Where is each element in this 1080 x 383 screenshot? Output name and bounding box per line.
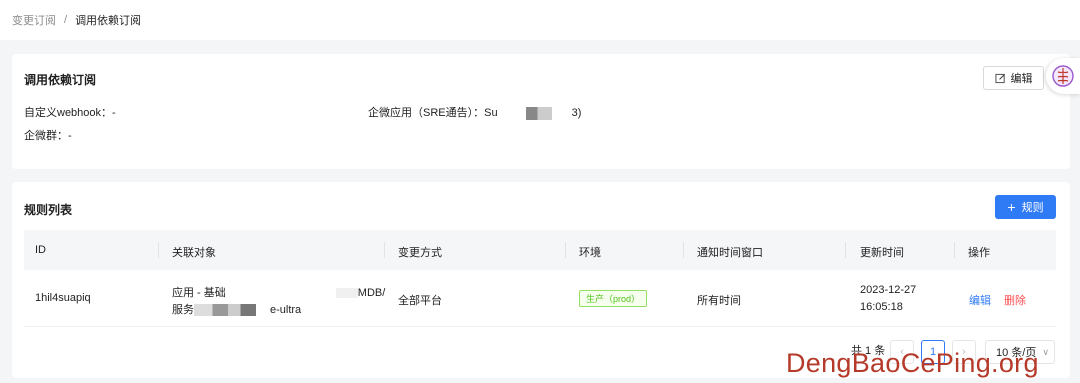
row-delete-link[interactable]: 删除 bbox=[1004, 292, 1026, 308]
row-id: 1hil4suapiq bbox=[35, 292, 91, 304]
object-line2-prefix: 服务 bbox=[172, 304, 194, 316]
ai-assistant-button[interactable] bbox=[1046, 58, 1080, 94]
wechat-app-field: 企微应用（SRE通告）：Su 3) bbox=[368, 104, 581, 120]
column-divider bbox=[565, 242, 566, 258]
col-actions: 操作 bbox=[968, 247, 990, 259]
col-window: 通知时间窗口 bbox=[697, 247, 763, 259]
table-header: ID 关联对象 变更方式 环境 通知时间窗口 更新时间 操作 bbox=[24, 230, 1056, 270]
column-divider bbox=[384, 242, 385, 258]
wechat-app-value-prefix: 企微应用（SRE通告）：Su bbox=[368, 107, 498, 119]
rules-table: ID 关联对象 变更方式 环境 通知时间窗口 更新时间 操作 1hil4suap… bbox=[24, 230, 1056, 327]
column-divider bbox=[954, 242, 955, 258]
brain-icon bbox=[1052, 65, 1074, 87]
redacted-block bbox=[194, 304, 256, 317]
column-divider bbox=[845, 242, 846, 258]
row-object-line2: 服务 e-ultra bbox=[172, 301, 301, 317]
wechat-app-value-suffix: 3) bbox=[571, 107, 582, 119]
object-line1-prefix: 应用 - 基础 bbox=[172, 287, 226, 299]
object-line2-suffix: e-ultra bbox=[270, 304, 302, 316]
row-change-method: 全部平台 bbox=[398, 295, 442, 307]
redacted-block bbox=[525, 106, 552, 120]
webhook-field: 自定义webhook：- bbox=[24, 107, 116, 119]
edit-button-label: 编辑 bbox=[1010, 73, 1033, 85]
add-rule-label: 规则 bbox=[1021, 202, 1044, 214]
rules-title: 规则列表 bbox=[24, 203, 73, 217]
brand-watermark: DengBaoCePing.org bbox=[786, 348, 1039, 378]
row-updated-time: 16:05:18 bbox=[860, 301, 903, 313]
col-id: ID bbox=[35, 244, 46, 256]
row-window: 所有时间 bbox=[697, 295, 741, 307]
table-row: 1hil4suapiq 应用 - 基础 MDB/ 服务 e-ultra 全部平台 生… bbox=[24, 270, 1056, 327]
col-env: 环境 bbox=[579, 247, 601, 259]
object-line1-suffix: MDB/ bbox=[357, 287, 386, 299]
chevron-down-icon: ∨ bbox=[1042, 346, 1049, 357]
breadcrumb-separator: / bbox=[64, 14, 68, 26]
row-object-line1: 应用 - 基础 MDB/ bbox=[172, 284, 385, 300]
breadcrumb-link-change-subscription[interactable]: 变更订阅 bbox=[12, 12, 56, 28]
column-divider bbox=[683, 242, 684, 258]
wechat-group-field: 企微群：- bbox=[24, 130, 72, 142]
col-updated: 更新时间 bbox=[860, 247, 904, 259]
edit-icon bbox=[994, 73, 1005, 83]
env-tag: 生产（prod） bbox=[579, 290, 648, 307]
col-change-method: 变更方式 bbox=[398, 247, 442, 259]
row-edit-link[interactable]: 编辑 bbox=[969, 292, 991, 308]
subscription-title: 调用依赖订阅 bbox=[24, 73, 97, 87]
breadcrumb: 变更订阅 / 调用依赖订阅 bbox=[0, 0, 1080, 40]
row-updated-date: 2023-12-27 bbox=[860, 284, 917, 296]
col-object: 关联对象 bbox=[172, 247, 216, 259]
edit-subscription-button[interactable]: 编辑 bbox=[983, 66, 1044, 90]
add-rule-button[interactable]: + 规则 bbox=[995, 195, 1056, 219]
breadcrumb-current: 调用依赖订阅 bbox=[75, 15, 142, 27]
plus-icon: + bbox=[1007, 199, 1016, 215]
redacted-block bbox=[335, 288, 358, 299]
column-divider bbox=[158, 242, 159, 258]
subscription-info-card: 调用依赖订阅 编辑 自定义webhook：- 企微应用（SRE通告）：Su 3) … bbox=[12, 54, 1070, 169]
